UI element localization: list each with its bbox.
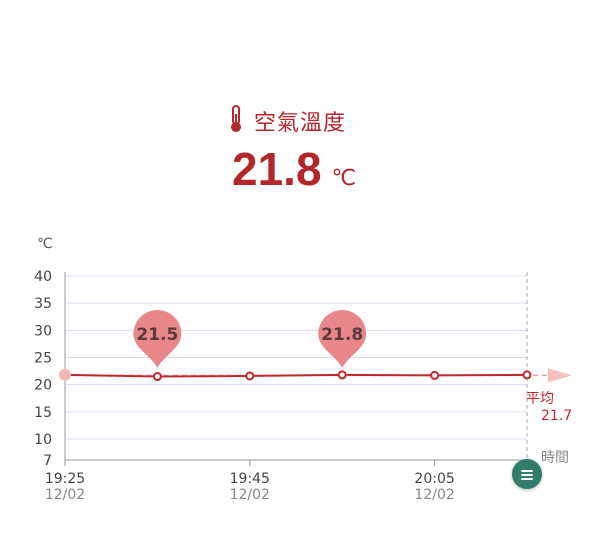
menu-icon — [521, 465, 533, 484]
y-unit-label: ℃ — [37, 236, 53, 252]
y-tick-label: 40 — [34, 269, 52, 285]
average-arrow — [548, 368, 572, 383]
y-tick-label: 10 — [34, 432, 52, 448]
temperature-chart: ℃40353025201510719:2512/0219:4512/0220:0… — [34, 236, 572, 503]
x-tick-date: 12/02 — [414, 487, 454, 503]
data-point — [245, 371, 255, 381]
average-value: 21.7 — [541, 408, 572, 424]
x-tick-date: 12/02 — [45, 487, 85, 503]
y-tick-label: 30 — [34, 323, 52, 339]
data-point — [59, 368, 71, 381]
data-point — [152, 372, 162, 382]
average-label: 平均 — [526, 391, 554, 407]
callout-label: 21.8 — [321, 325, 363, 345]
x-axis-label: 時間 — [541, 450, 569, 466]
y-tick-label: 25 — [34, 351, 52, 367]
y-tick-label: 35 — [34, 296, 52, 312]
x-tick-time: 19:25 — [45, 471, 85, 487]
data-point — [522, 370, 532, 380]
series-line — [64, 373, 528, 378]
x-tick-date: 12/02 — [230, 487, 270, 503]
callout-label: 21.5 — [136, 325, 178, 345]
y-tick-label: 7 — [43, 453, 52, 469]
data-point — [430, 370, 440, 380]
y-tick-label: 20 — [34, 378, 52, 394]
y-tick-label: 15 — [34, 405, 52, 421]
menu-button[interactable] — [512, 459, 542, 489]
x-tick-time: 19:45 — [230, 471, 270, 487]
data-point — [337, 370, 347, 380]
x-tick-time: 20:05 — [414, 471, 454, 487]
